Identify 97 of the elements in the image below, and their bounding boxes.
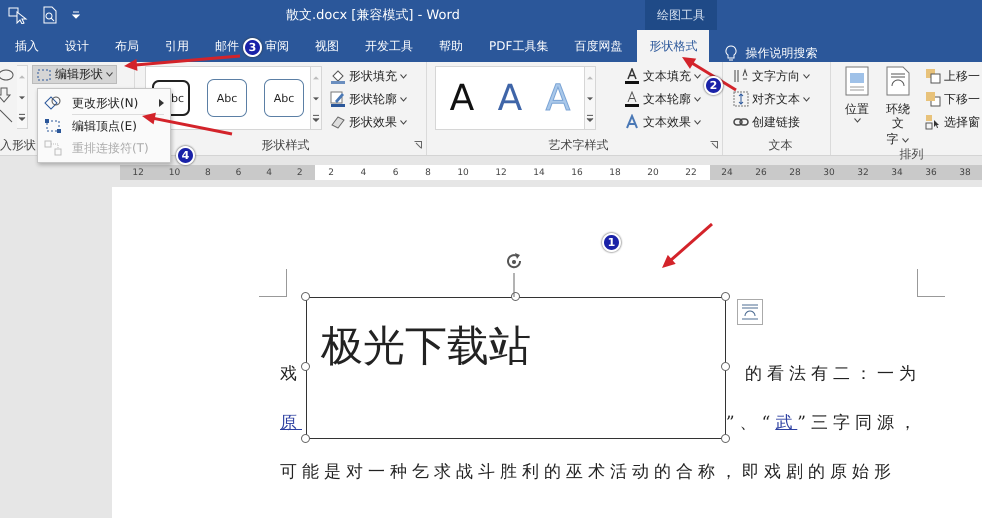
body-text: 可能是对一种乞求战斗胜利的巫术活动的合称，即戏剧的原始形 xyxy=(280,461,896,483)
ribbon-tab[interactable]: 审阅 xyxy=(263,30,291,62)
dropdown-caret-icon xyxy=(803,74,810,78)
ribbon-tab[interactable]: 百度网盘 xyxy=(572,30,624,62)
ribbon-command[interactable]: 下移一 xyxy=(923,89,982,109)
text-direction-icon xyxy=(733,68,749,84)
resize-handle[interactable] xyxy=(721,292,730,301)
ribbon-command[interactable]: 对齐文本 xyxy=(731,89,812,109)
customize-toolbar-icon[interactable] xyxy=(72,11,80,19)
reroute-connectors-icon xyxy=(44,140,62,156)
ribbon-tab[interactable]: 视图 xyxy=(313,30,341,62)
ribbon-command[interactable]: 选择窗 xyxy=(923,112,982,132)
contextual-tab-header: 绘图工具 xyxy=(645,0,717,30)
shape-style-preview[interactable]: Abc xyxy=(264,79,304,117)
ribbon-command[interactable]: 创建链接 xyxy=(731,112,812,132)
ribbon-tab[interactable]: 设计 xyxy=(63,30,91,62)
dropdown-caret-icon xyxy=(694,74,701,78)
tell-me-search[interactable]: 操作说明搜索 xyxy=(745,45,818,62)
paint-bucket-icon xyxy=(330,68,346,84)
text-wrap-icon xyxy=(886,66,910,96)
selection-pane-icon xyxy=(925,114,941,130)
resize-handle[interactable] xyxy=(301,292,310,301)
submenu-arrow-icon xyxy=(159,99,164,107)
dropdown-caret-icon xyxy=(854,118,860,123)
resize-handle[interactable] xyxy=(301,434,310,443)
ribbon-tab[interactable]: PDF工具集 xyxy=(487,30,550,62)
shape-effects-icon xyxy=(330,114,346,130)
dropdown-caret-icon xyxy=(400,120,407,124)
lightbulb-icon[interactable] xyxy=(725,45,738,62)
gallery-scroll-bar[interactable] xyxy=(311,66,322,130)
crop-mark xyxy=(259,269,287,297)
dropdown-caret-icon xyxy=(106,72,113,77)
body-text: 戏 xyxy=(280,363,302,385)
dropdown-caret-icon xyxy=(902,138,910,143)
text-a-icon xyxy=(624,68,640,84)
ribbon-command[interactable]: 形状效果 xyxy=(328,112,409,132)
picture-position-icon xyxy=(845,66,869,96)
dropdown-caret-icon xyxy=(400,74,407,78)
ribbon-command[interactable]: 上移一 xyxy=(923,66,982,86)
gallery-scroll-bar[interactable] xyxy=(585,66,596,130)
position-button[interactable]: 位置 xyxy=(841,66,873,123)
dropdown-caret-icon xyxy=(694,120,701,124)
shape-style-preview[interactable]: Abc xyxy=(207,79,247,117)
resize-handle[interactable] xyxy=(721,362,730,371)
dropdown-caret-icon xyxy=(400,96,407,102)
glowing-a-icon xyxy=(624,114,640,130)
group-label: 排列 xyxy=(900,146,924,163)
ribbon-command[interactable]: 形状填充 xyxy=(328,66,409,86)
layout-options-icon[interactable] xyxy=(737,299,763,325)
text-box[interactable]: 极光下载站 xyxy=(306,297,726,439)
gallery-scroll-bar[interactable] xyxy=(17,65,28,129)
ribbon-tab[interactable]: 邮件 xyxy=(213,30,241,62)
outlined-a-icon xyxy=(624,91,640,107)
ribbon-command[interactable]: 文字方向 xyxy=(731,66,812,86)
ribbon-tab[interactable]: 引用 xyxy=(163,30,191,62)
dialog-launcher-icon[interactable] xyxy=(710,141,718,149)
resize-handle[interactable] xyxy=(721,434,730,443)
menu-item[interactable]: 编辑顶点(E) xyxy=(38,115,170,137)
ribbon-tab[interactable]: 插入 xyxy=(13,30,41,62)
ribbon-command[interactable]: 文本轮廓 xyxy=(622,89,703,109)
resize-handle[interactable] xyxy=(301,362,310,371)
ribbon-tab[interactable]: 形状格式 xyxy=(637,30,710,62)
bring-forward-icon xyxy=(925,68,941,84)
group-label: 文本 xyxy=(768,137,792,154)
crop-mark xyxy=(917,269,945,297)
text-box-text: 极光下载站 xyxy=(321,320,531,372)
touch-mode-icon[interactable] xyxy=(8,6,28,24)
group-label: 艺术字样式 xyxy=(548,137,608,154)
edit-shape-button[interactable]: 编辑形状 xyxy=(32,65,117,84)
dialog-launcher-icon[interactable] xyxy=(414,141,422,149)
group-label: 形状样式 xyxy=(262,137,310,154)
ribbon-tab[interactable]: 帮助 xyxy=(437,30,465,62)
wordart-style-preview[interactable]: A xyxy=(442,78,482,118)
align-text-icon xyxy=(733,91,749,107)
oval-shape-icon[interactable] xyxy=(0,69,16,81)
body-text: 原 xyxy=(280,412,302,434)
body-text: ”、“武”三字同源， xyxy=(726,412,921,434)
change-shape-icon xyxy=(44,95,62,111)
dropdown-caret-icon xyxy=(803,96,810,102)
print-preview-icon[interactable] xyxy=(42,6,58,24)
dropdown-caret-icon xyxy=(694,96,701,102)
edit-points-icon xyxy=(44,118,62,134)
edit-points-icon xyxy=(36,68,52,82)
send-backward-icon xyxy=(925,91,941,107)
wrap-text-button[interactable]: 环绕文 字 xyxy=(877,66,919,146)
horizontal-ruler: 12 10 8 6 4 2 2 4 6 8 10 12 14 16 18 20 22 24 26 28 30 32 34 36 38 xyxy=(120,165,982,180)
annotation-arrow xyxy=(662,222,713,268)
ribbon-tab[interactable]: 布局 xyxy=(113,30,141,62)
group-label: 入形状 xyxy=(0,137,36,154)
body-text: 的看法有二：一为 xyxy=(745,363,921,385)
wordart-style-preview[interactable]: A xyxy=(490,78,530,118)
pen-icon xyxy=(330,91,346,107)
window-title: 散文.docx [兼容模式] - Word xyxy=(286,7,460,24)
ribbon-command[interactable]: 文本效果 xyxy=(622,112,703,132)
ribbon-tab[interactable]: 开发工具 xyxy=(363,30,415,62)
ribbon-command[interactable]: 文本填充 xyxy=(622,66,703,86)
ribbon-command[interactable]: 形状轮廓 xyxy=(328,89,409,109)
